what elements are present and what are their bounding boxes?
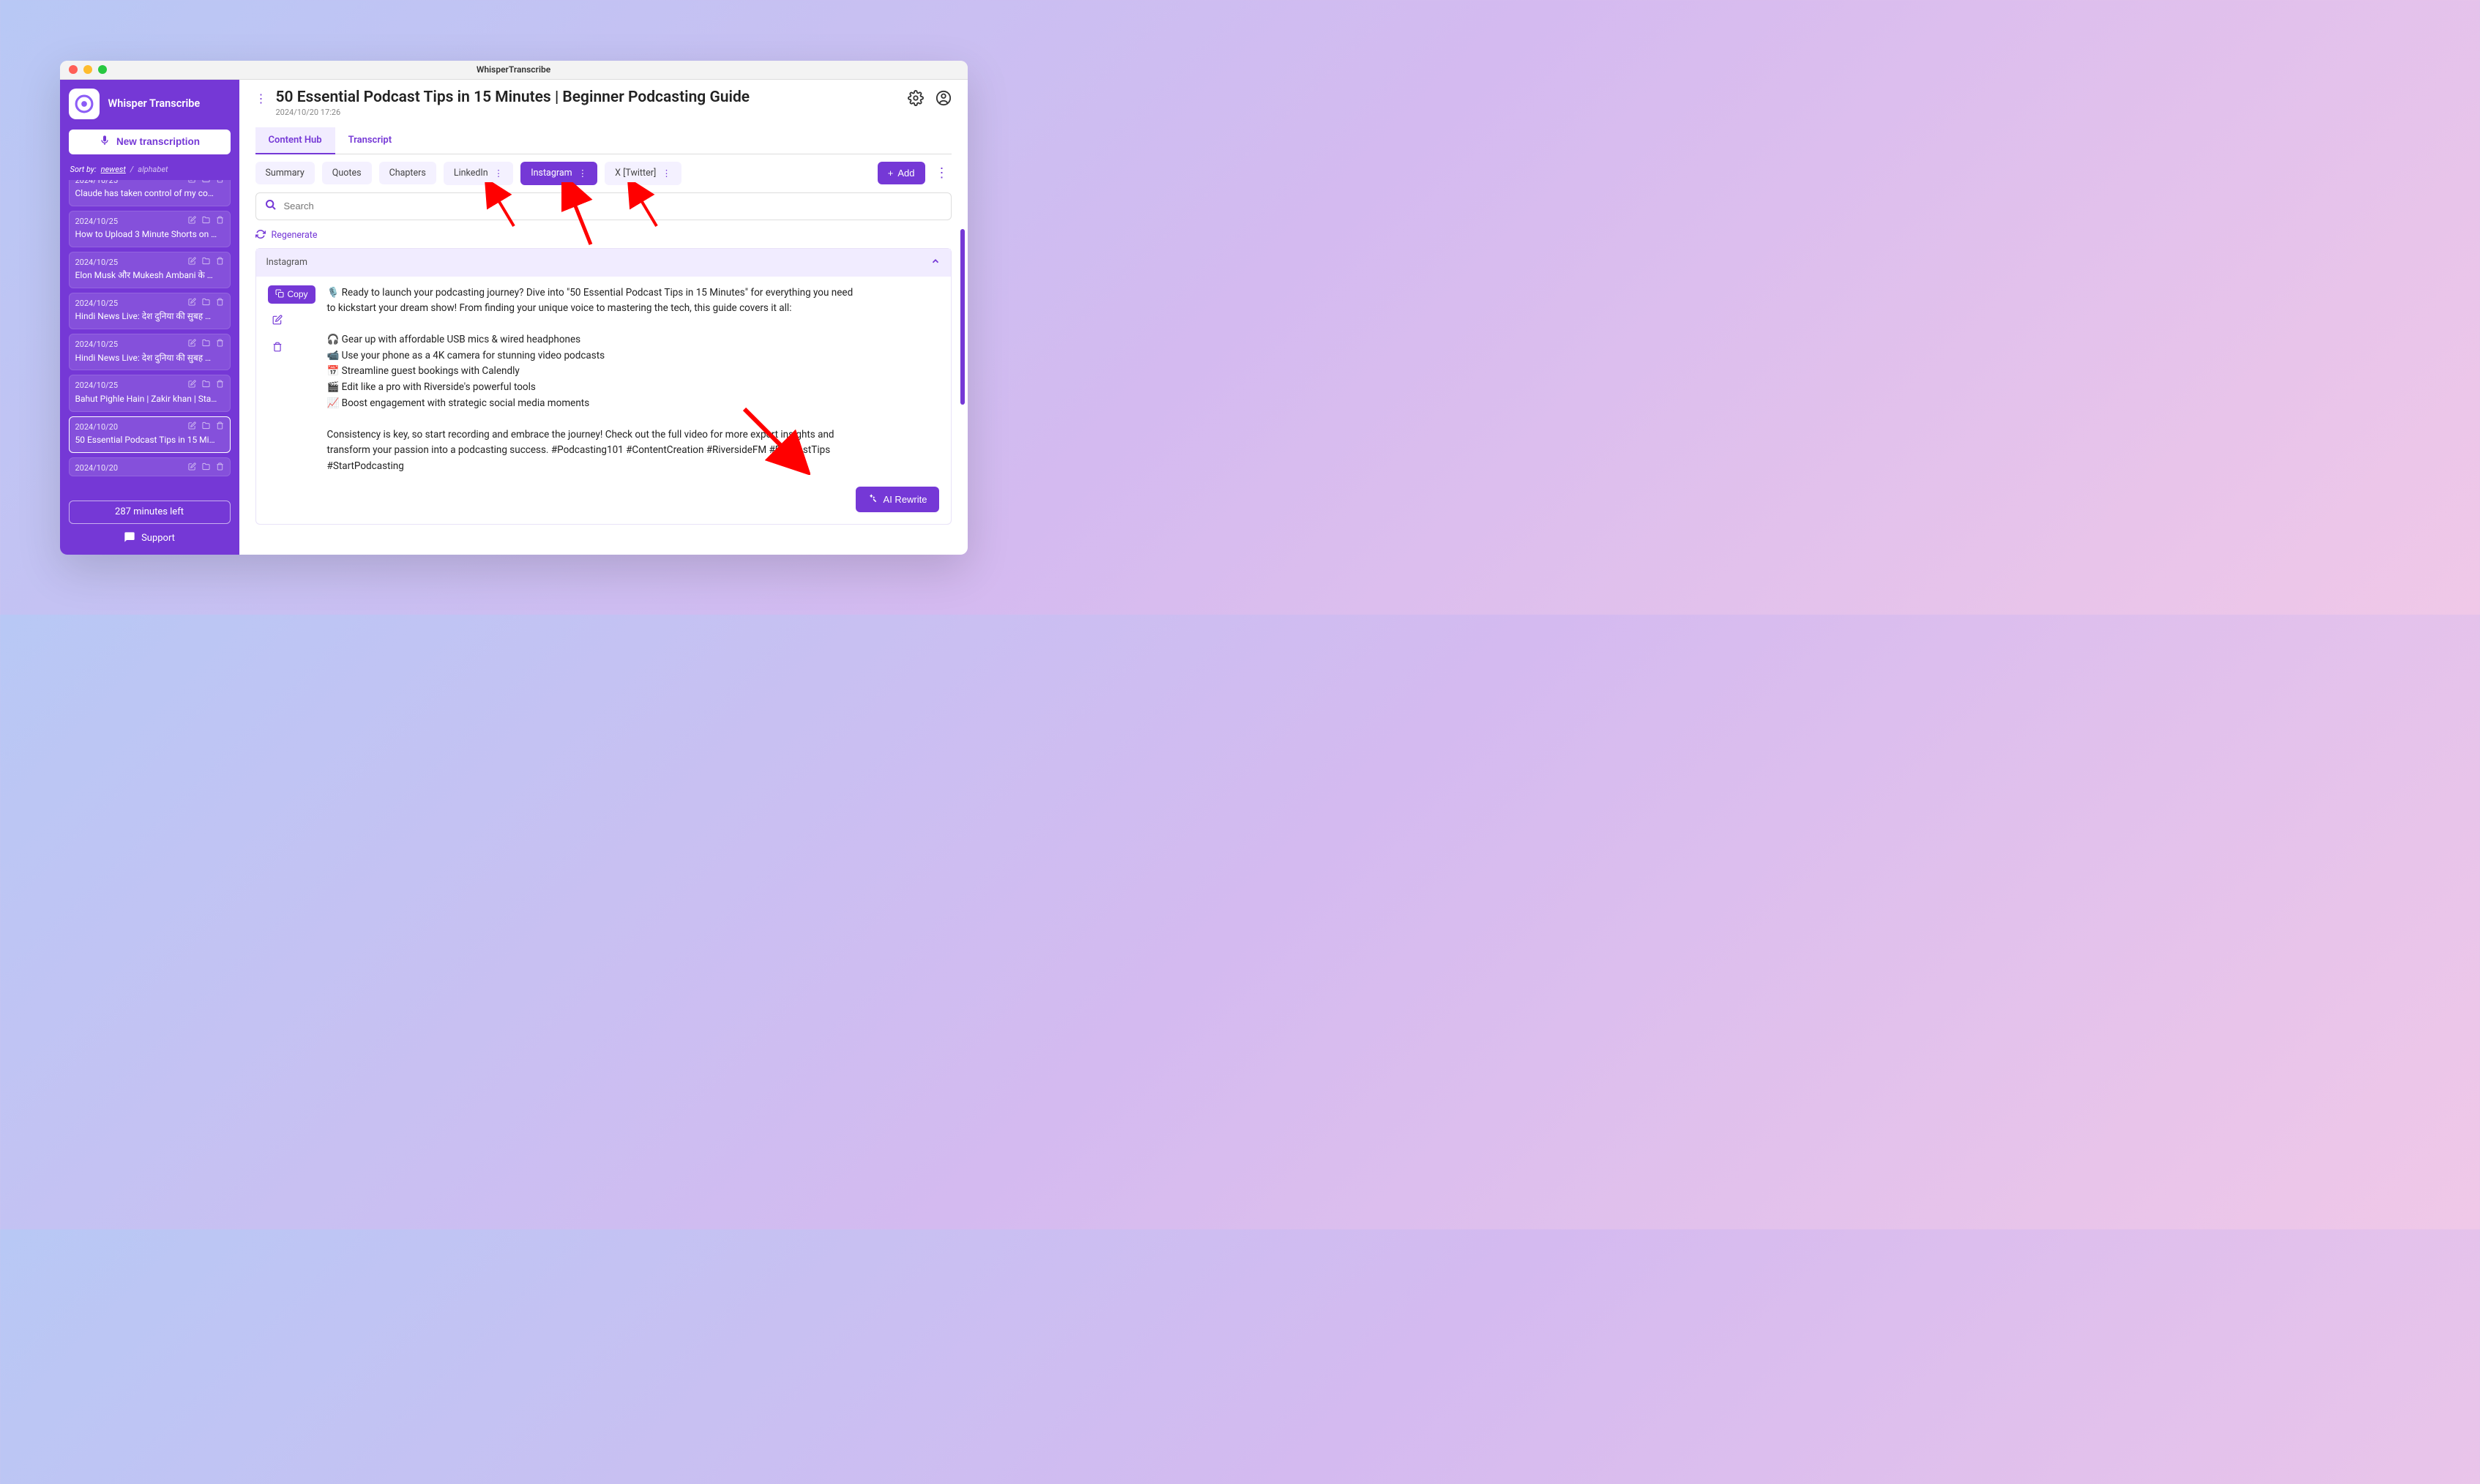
chip-instagram[interactable]: Instagram⋮	[520, 162, 597, 185]
delete-icon[interactable]	[216, 462, 224, 473]
microphone-icon	[99, 135, 111, 149]
sidebar: Whisper Transcribe New transcription Sor…	[60, 80, 239, 555]
edit-icon[interactable]	[188, 180, 196, 186]
delete-icon[interactable]	[216, 339, 224, 350]
delete-icon[interactable]	[268, 338, 287, 358]
wand-icon	[867, 493, 878, 506]
tab-transcript[interactable]: Transcript	[335, 127, 405, 154]
folder-icon[interactable]	[202, 380, 210, 391]
chip-linkedin[interactable]: LinkedIn⋮	[444, 162, 513, 185]
edit-icon[interactable]	[188, 380, 196, 391]
scrollbar[interactable]	[960, 229, 965, 549]
delete-icon[interactable]	[216, 257, 224, 268]
search-icon	[265, 199, 277, 214]
add-button[interactable]: + Add	[878, 162, 925, 184]
brand: Whisper Transcribe	[69, 89, 231, 119]
transcription-list: 2024/10/25Claude has taken control of my…	[69, 180, 231, 495]
page-timestamp: 2024/10/20 17:26	[276, 108, 899, 117]
title-bar: WhisperTranscribe	[60, 61, 968, 80]
copy-icon	[275, 289, 284, 300]
support-button[interactable]: Support	[69, 531, 231, 546]
profile-icon[interactable]	[935, 90, 952, 109]
sidebar-item[interactable]: 2024/10/25Elon Musk और Mukesh Ambani के …	[69, 252, 231, 288]
minutes-left-button[interactable]: 287 minutes left	[69, 501, 231, 524]
delete-icon[interactable]	[216, 421, 224, 432]
chat-icon	[124, 531, 135, 546]
chip-chapters[interactable]: Chapters	[379, 162, 436, 184]
edit-icon[interactable]	[188, 339, 196, 350]
sidebar-item[interactable]: 2024/10/25Bahut Pighle Hain | Zakir khan…	[69, 375, 231, 411]
plus-icon: +	[888, 168, 894, 179]
chip-quotes[interactable]: Quotes	[322, 162, 372, 184]
kebab-icon[interactable]: ⋮	[578, 168, 588, 179]
folder-icon[interactable]	[202, 257, 210, 268]
delete-icon[interactable]	[216, 298, 224, 309]
scrollbar-thumb[interactable]	[960, 229, 965, 405]
app-logo-icon	[69, 89, 100, 119]
copy-button[interactable]: Copy	[268, 285, 315, 304]
brand-name: Whisper Transcribe	[108, 97, 201, 110]
content-card-instagram: Instagram Copy	[255, 248, 952, 525]
ai-rewrite-button[interactable]: AI Rewrite	[856, 487, 939, 512]
edit-icon[interactable]	[188, 257, 196, 268]
folder-icon[interactable]	[202, 462, 210, 473]
close-window-button[interactable]	[69, 65, 78, 74]
card-body-text: 🎙️ Ready to launch your podcasting journ…	[327, 285, 854, 475]
card-header[interactable]: Instagram	[256, 249, 951, 277]
sidebar-item[interactable]: 2024/10/25Hindi News Live: देश दुनिया की…	[69, 334, 231, 370]
kebab-icon[interactable]: ⋮	[494, 168, 504, 179]
sidebar-item[interactable]: 2024/10/25Claude has taken control of my…	[69, 180, 231, 206]
folder-icon[interactable]	[202, 421, 210, 432]
header-menu-icon[interactable]: ⋮	[255, 89, 267, 105]
minimize-window-button[interactable]	[83, 65, 92, 74]
tab-content-hub[interactable]: Content Hub	[255, 127, 335, 154]
new-transcription-button[interactable]: New transcription	[69, 130, 231, 154]
folder-icon[interactable]	[202, 339, 210, 350]
chipbar-menu-icon[interactable]: ⋮	[933, 165, 952, 181]
folder-icon[interactable]	[202, 298, 210, 309]
chip-summary[interactable]: Summary	[255, 162, 315, 184]
page-title: 50 Essential Podcast Tips in 15 Minutes …	[276, 89, 899, 106]
delete-icon[interactable]	[216, 180, 224, 186]
maximize-window-button[interactable]	[98, 65, 107, 74]
window-title: WhisperTranscribe	[477, 64, 550, 75]
sidebar-item[interactable]: 2024/10/25How to Upload 3 Minute Shorts …	[69, 211, 231, 247]
settings-icon[interactable]	[908, 90, 924, 109]
edit-icon[interactable]	[268, 311, 287, 331]
edit-icon[interactable]	[188, 421, 196, 432]
sort-newest[interactable]: newest	[101, 165, 126, 174]
search-input[interactable]	[284, 201, 942, 211]
refresh-icon	[255, 229, 266, 242]
edit-icon[interactable]	[188, 216, 196, 227]
regenerate-button[interactable]: Regenerate	[255, 229, 952, 242]
chip-x-twitter[interactable]: X [Twitter]⋮	[605, 162, 681, 185]
chevron-up-icon	[930, 256, 941, 269]
kebab-icon[interactable]: ⋮	[662, 168, 671, 179]
sidebar-item[interactable]: 2024/10/25Hindi News Live: देश दुनिया की…	[69, 293, 231, 329]
main-panel: ⋮ 50 Essential Podcast Tips in 15 Minute…	[239, 80, 968, 555]
folder-icon[interactable]	[202, 180, 210, 186]
sidebar-item[interactable]: 2024/10/2050 Game-Changing Podcasting Ti…	[69, 457, 231, 476]
sort-row: Sort by: newest / alphabet	[70, 165, 229, 174]
delete-icon[interactable]	[216, 380, 224, 391]
folder-icon[interactable]	[202, 216, 210, 227]
delete-icon[interactable]	[216, 216, 224, 227]
sidebar-item[interactable]: 2024/10/2050 Essential Podcast Tips in 1…	[69, 416, 231, 453]
edit-icon[interactable]	[188, 298, 196, 309]
sort-alphabet[interactable]: alphabet	[138, 165, 168, 174]
edit-icon[interactable]	[188, 462, 196, 473]
search-bar[interactable]	[255, 192, 952, 220]
